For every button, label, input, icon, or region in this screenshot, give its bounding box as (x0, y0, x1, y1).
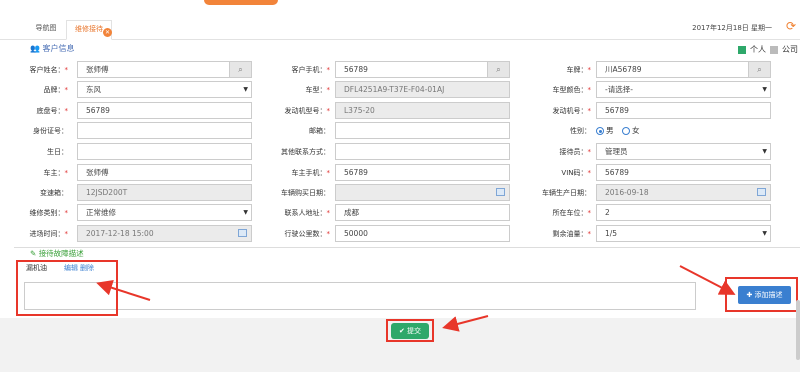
annotation-arrows (96, 265, 736, 332)
arrow-to-description (96, 280, 151, 301)
arrow-to-add (679, 265, 736, 295)
scrollbar[interactable] (796, 300, 800, 360)
arrow-to-submit (442, 315, 489, 332)
